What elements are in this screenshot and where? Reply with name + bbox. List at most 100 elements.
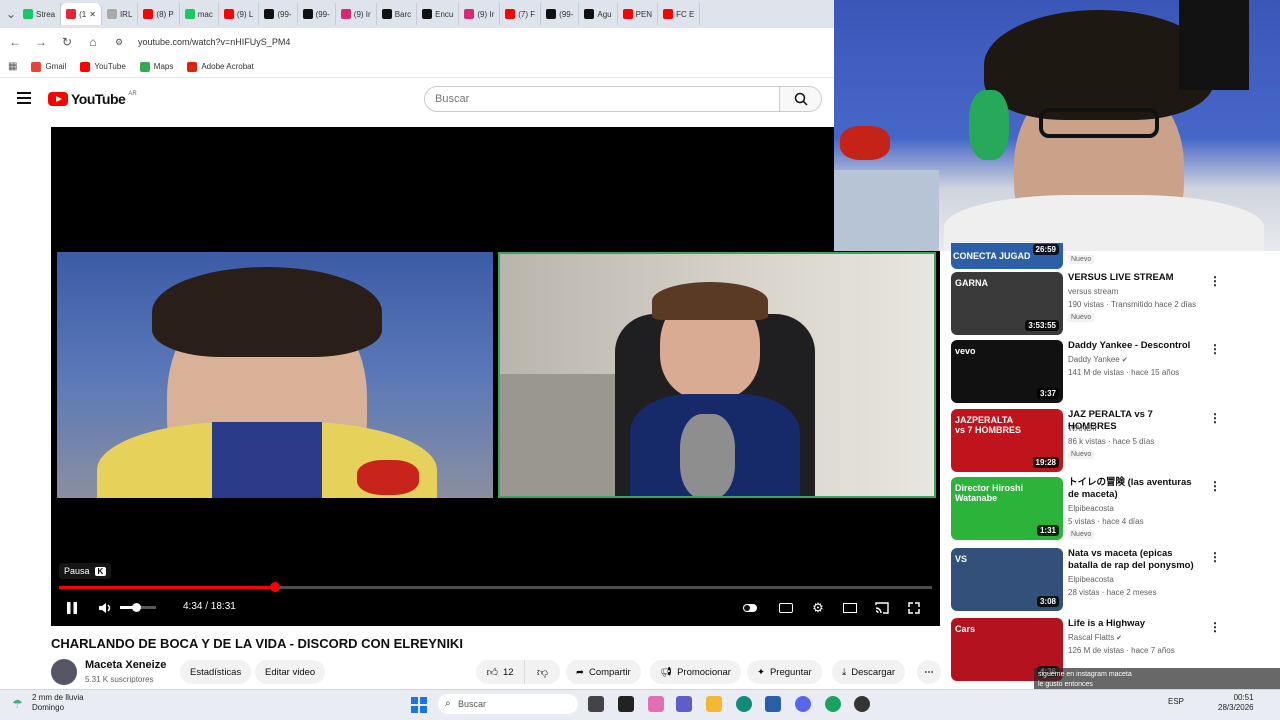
widgets-icon[interactable] xyxy=(618,696,634,712)
more-options-icon[interactable]: ⋮ xyxy=(1209,620,1221,634)
browser-tab[interactable]: Encu xyxy=(417,3,460,25)
home-icon[interactable]: ⌂ xyxy=(86,35,100,49)
recommended-channel[interactable]: Elpibeacosta xyxy=(1068,574,1208,586)
recommended-channel[interactable]: Daddy Yankee ✔ xyxy=(1068,354,1208,367)
recommended-video[interactable]: vevo 3:37 Daddy Yankee - Descontrol Daddy Y… xyxy=(951,340,1280,406)
tab-search-chevron-icon[interactable]: ⌄ xyxy=(4,7,18,21)
volume-button[interactable] xyxy=(97,599,115,617)
autoplay-toggle[interactable] xyxy=(741,599,759,617)
recommended-video-title[interactable]: Daddy Yankee - Descontrol xyxy=(1068,340,1198,352)
bookmark-gmail[interactable]: Gmail xyxy=(31,61,66,72)
subtitles-button[interactable] xyxy=(777,599,795,617)
fullscreen-button[interactable] xyxy=(905,599,923,617)
recommended-video[interactable]: Director Hiroshi Watanabe 1:31 トイレの冒険 (las… xyxy=(951,477,1280,543)
search-input[interactable] xyxy=(424,86,780,112)
recommended-video[interactable]: JAZPERALTA vs 7 HOMBRES 19:28 JAZ PERALTA … xyxy=(951,409,1280,475)
browser-tab[interactable]: Strea xyxy=(18,3,62,25)
bookmark-adobe-acrobat[interactable]: Adobe Acrobat xyxy=(187,61,254,72)
browser-tab[interactable]: FC E xyxy=(658,3,701,25)
recommended-video-title[interactable]: Life is a Highway xyxy=(1068,618,1198,630)
teams-icon[interactable] xyxy=(676,696,692,712)
recommended-video[interactable]: GARNA 3:53:55 VERSUS LIVE STREAM versus str… xyxy=(951,272,1280,338)
browser-tab[interactable]: (99- xyxy=(298,3,336,25)
recommended-channel[interactable]: WANDII xyxy=(1068,423,1208,435)
browser-tab[interactable]: (7) F xyxy=(500,3,542,25)
channel-avatar[interactable] xyxy=(51,659,77,685)
video-thumbnail[interactable]: JAZPERALTA vs 7 HOMBRES 19:28 xyxy=(951,409,1063,472)
recommended-video-title[interactable]: トイレの冒険 (las aventuras de maceta) xyxy=(1068,477,1198,501)
more-options-icon[interactable]: ⋮ xyxy=(1209,274,1221,288)
recommended-channel[interactable]: versus stream xyxy=(1068,286,1208,298)
video-thumbnail[interactable]: CONECTA JUGAD 26:59 xyxy=(951,243,1063,269)
weather-widget[interactable]: 2 mm de lluvia Domingo xyxy=(32,693,84,713)
browser-tab[interactable]: (1 ✕ xyxy=(61,3,102,25)
windows-start-icon[interactable] xyxy=(411,697,427,713)
pause-button[interactable] xyxy=(63,599,81,617)
youtube-logo[interactable]: YouTube AR xyxy=(48,91,137,107)
more-options-icon[interactable]: ⋮ xyxy=(1209,411,1221,425)
dislike-button[interactable]: 👎︎ xyxy=(524,660,560,684)
channel-name[interactable]: Maceta Xeneize xyxy=(85,659,166,671)
apps-grid-icon[interactable]: ▦ xyxy=(8,61,17,72)
cast-button[interactable] xyxy=(873,599,891,617)
forward-arrow-icon[interactable]: → xyxy=(34,35,48,49)
recommended-channel[interactable]: Rascal Flatts ✔ xyxy=(1068,632,1208,645)
edge-icon[interactable] xyxy=(736,696,752,712)
recommended-video[interactable]: VS 3:08 Nata vs maceta (epicas batalla de … xyxy=(951,548,1280,614)
recommended-video-title[interactable]: Nata vs maceta (epicas batalla de rap de… xyxy=(1068,548,1198,572)
download-button[interactable]: ⤓ Descargar xyxy=(832,660,906,684)
discord-icon[interactable] xyxy=(795,696,811,712)
browser-tab[interactable]: (8) P xyxy=(138,3,180,25)
edit-video-button[interactable]: Editar video xyxy=(255,660,326,684)
task-view-icon[interactable] xyxy=(588,696,604,712)
browser-tab[interactable]: (9) Ir xyxy=(459,3,501,25)
store-icon[interactable] xyxy=(765,696,781,712)
more-options-icon[interactable]: ⋮ xyxy=(1209,479,1221,493)
promote-button[interactable]: 📢︎ Promocionar xyxy=(650,660,741,684)
browser-tab[interactable]: (99- xyxy=(259,3,298,25)
obs-icon[interactable] xyxy=(854,696,870,712)
search-button[interactable] xyxy=(780,86,822,112)
hamburger-menu-icon[interactable] xyxy=(17,92,31,104)
system-clock[interactable]: 00:51 28/3/2026 xyxy=(1218,693,1254,713)
like-button[interactable]: 👍︎ 12 xyxy=(476,660,524,684)
video-thumbnail[interactable]: GARNA 3:53:55 xyxy=(951,272,1063,335)
recommended-video-title[interactable]: VERSUS LIVE STREAM xyxy=(1068,272,1198,284)
reload-icon[interactable]: ↻ xyxy=(60,35,74,49)
copilot-icon[interactable] xyxy=(648,696,664,712)
bookmark-youtube[interactable]: YouTube xyxy=(80,61,126,72)
browser-tab[interactable]: (9) Ir xyxy=(336,3,377,25)
browser-tab[interactable]: Agu xyxy=(579,3,618,25)
close-tab-icon[interactable]: ✕ xyxy=(89,10,96,19)
browser-tab[interactable]: IRL xyxy=(102,3,139,25)
video-thumbnail[interactable]: VS 3:08 xyxy=(951,548,1063,611)
settings-button[interactable]: ⚙ xyxy=(809,599,827,617)
share-button[interactable]: ➦ Compartir xyxy=(566,660,641,684)
browser-tab[interactable]: (9) L xyxy=(219,3,260,25)
tab-favicon-icon xyxy=(23,9,33,19)
language-indicator[interactable]: ESP xyxy=(1168,697,1184,706)
volume-slider-handle[interactable] xyxy=(132,603,141,612)
file-explorer-icon[interactable] xyxy=(706,696,722,712)
url-field[interactable]: youtube.com/watch?v=nHIFUyS_PM4 xyxy=(138,37,290,47)
browser-tab[interactable]: PEN xyxy=(618,3,659,25)
browser-tab[interactable]: Barc xyxy=(377,3,418,25)
recommended-channel[interactable]: Elpibeacosta xyxy=(1068,503,1208,515)
more-options-icon[interactable]: ⋮ xyxy=(1209,342,1221,356)
browser-tab[interactable]: (99- xyxy=(541,3,580,25)
back-arrow-icon[interactable]: ← xyxy=(8,35,22,49)
taskbar-search[interactable]: Buscar xyxy=(438,694,578,714)
ask-button[interactable]: ✦ Preguntar xyxy=(747,660,822,684)
video-thumbnail[interactable]: vevo 3:37 xyxy=(951,340,1063,403)
stats-button[interactable]: Estadísticas xyxy=(180,660,252,684)
bookmark-maps[interactable]: Maps xyxy=(139,61,173,72)
recommended-video[interactable]: CONECTA JUGAD 26:59 Nuevo xyxy=(951,243,1280,269)
browser-tab[interactable]: mac xyxy=(180,3,219,25)
progress-scrubber-handle[interactable] xyxy=(270,582,280,592)
more-actions-button[interactable]: ⋯ xyxy=(917,660,941,684)
more-options-icon[interactable]: ⋮ xyxy=(1209,550,1221,564)
site-info-icon[interactable]: ⚙ xyxy=(112,37,126,48)
video-thumbnail[interactable]: Director Hiroshi Watanabe 1:31 xyxy=(951,477,1063,540)
theater-mode-button[interactable] xyxy=(841,599,859,617)
chrome-icon[interactable] xyxy=(825,696,841,712)
